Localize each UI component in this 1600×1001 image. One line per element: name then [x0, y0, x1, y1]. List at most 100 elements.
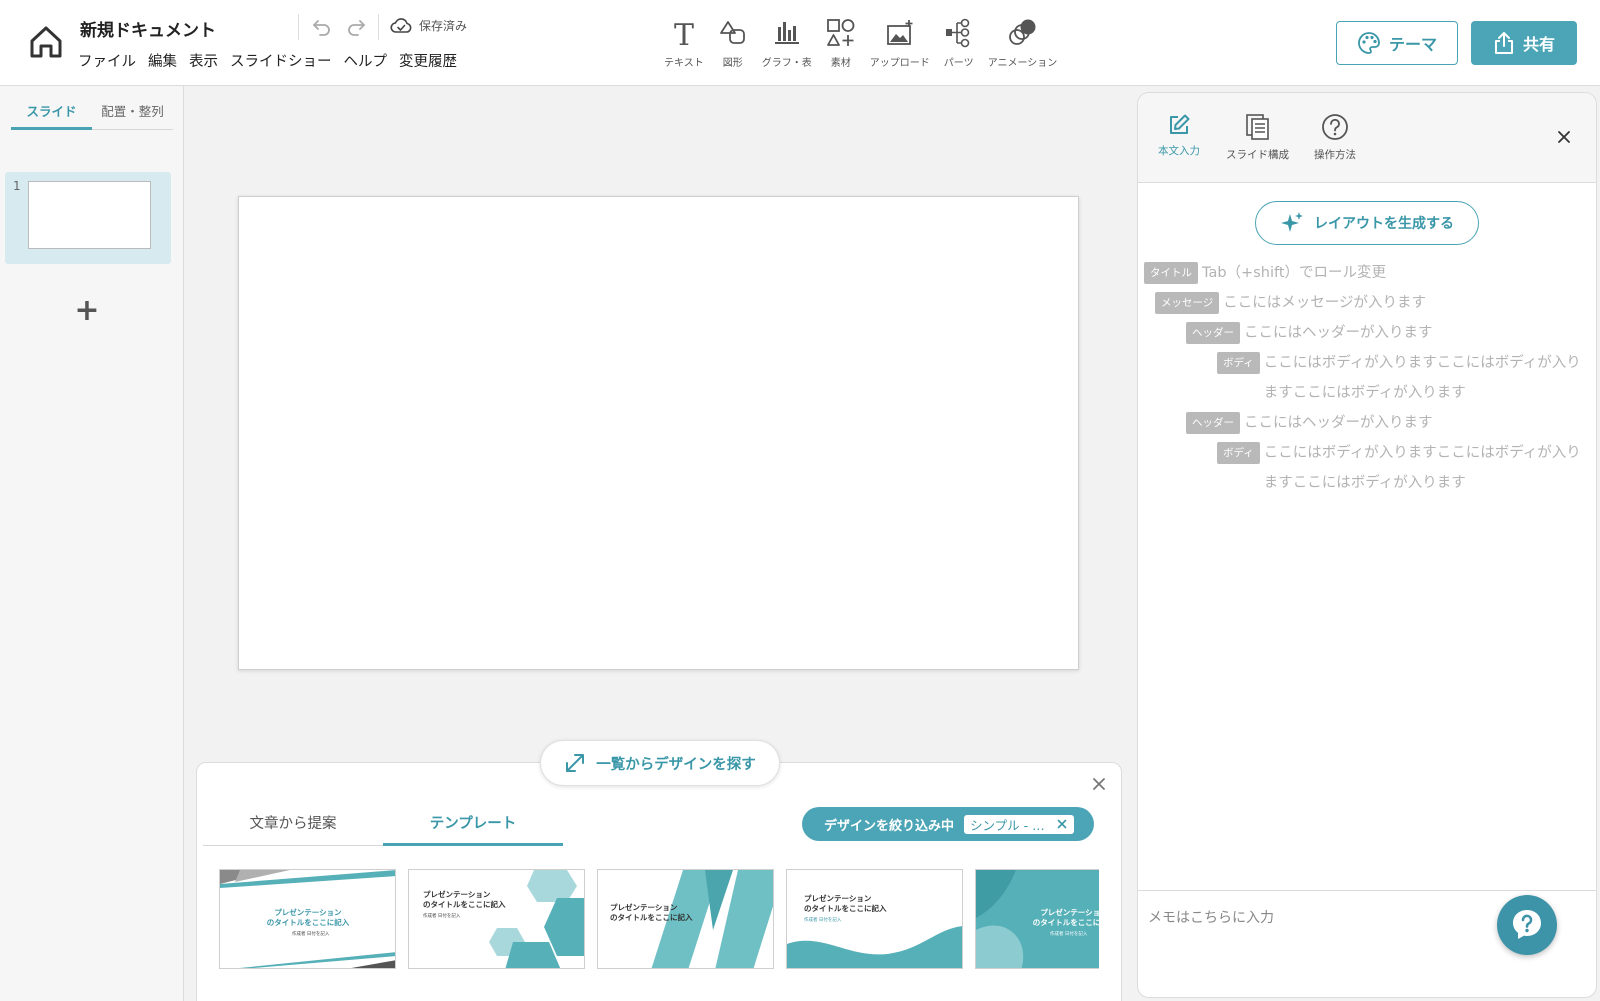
- undo-icon: [313, 20, 330, 36]
- template-title-line2: のタイトルをここに記入: [423, 900, 506, 909]
- outline-line[interactable]: メッセージ ここにはメッセージが入ります: [1155, 288, 1543, 318]
- tab-template[interactable]: テンプレート: [383, 800, 563, 846]
- slide-canvas[interactable]: [238, 196, 1079, 670]
- help-circle-icon: [1322, 114, 1348, 140]
- slide-number: 1: [13, 179, 21, 193]
- text-icon: T: [674, 18, 694, 48]
- expand-icon: [566, 754, 585, 772]
- design-filter-pill[interactable]: デザインを絞り込み中 シンプル - …: [802, 807, 1094, 841]
- tab-slide-structure-label: スライド構成: [1226, 149, 1289, 161]
- header-divider: [298, 14, 299, 40]
- template-title-line1: プレゼンテーション: [274, 908, 342, 917]
- outline-text: ここにはボディが入りますここにはボディが入りますここにはボディが入ります: [1263, 445, 1581, 491]
- tool-parts[interactable]: パーツ: [944, 16, 974, 69]
- template-title-line1: プレゼンテーション: [423, 890, 491, 899]
- menu-edit[interactable]: 編集: [148, 50, 177, 71]
- memo-input[interactable]: [1148, 903, 1468, 933]
- outline-line[interactable]: ヘッダー ここにはヘッダーが入ります: [1186, 318, 1564, 348]
- shape-icon: [719, 21, 745, 44]
- explore-designs-label: 一覧からデザインを探す: [596, 756, 756, 773]
- undo-button[interactable]: [311, 16, 333, 38]
- tab-suggest-from-text[interactable]: 文章から提案: [203, 800, 383, 846]
- outline-line[interactable]: ヘッダー ここにはヘッダーが入ります: [1186, 408, 1564, 438]
- template-title-line1: プレゼンテーション: [610, 903, 678, 912]
- home-button[interactable]: [26, 22, 66, 62]
- slide-thumbnail-preview: [28, 181, 151, 249]
- tool-chart-label: グラフ・表: [761, 58, 812, 69]
- add-slide-button[interactable]: +: [72, 296, 102, 326]
- template-art: [489, 870, 584, 968]
- outline-text: ここにはメッセージが入ります: [1223, 295, 1427, 311]
- insert-toolbar: T テキスト 図形 グラフ・表 素材 アップロード パーツ アニメーション: [664, 16, 1071, 69]
- tab-how-to[interactable]: 操作方法: [1314, 113, 1356, 162]
- template-card[interactable]: プレゼンテーション のタイトルをここに記入 作成者 日付を記入: [975, 869, 1099, 969]
- design-filter-label: デザインを絞り込み中: [824, 818, 955, 834]
- tab-arrange[interactable]: 配置・整列: [92, 100, 173, 130]
- template-card[interactable]: プレゼンテーション のタイトルをここに記入: [597, 869, 774, 969]
- text-input-panel-close-button[interactable]: [1556, 129, 1572, 145]
- tool-shape[interactable]: 図形: [718, 16, 748, 69]
- redo-icon: [348, 20, 365, 36]
- upload-image-icon: [886, 20, 913, 45]
- template-title-line2: のタイトルをここに記入: [1032, 918, 1099, 927]
- outline-text: Tab（+shift）でロール変更: [1202, 265, 1387, 281]
- parts-icon: [945, 18, 970, 48]
- material-icon: [826, 19, 855, 46]
- explore-designs-button[interactable]: 一覧からデザインを探す: [540, 740, 780, 786]
- design-filter-chip[interactable]: シンプル - …: [964, 815, 1074, 834]
- tab-body-input-label: 本文入力: [1158, 145, 1200, 157]
- tool-chart[interactable]: グラフ・表: [762, 16, 812, 69]
- tool-upload-label: アップロード: [869, 58, 930, 69]
- role-badge-message[interactable]: メッセージ: [1155, 292, 1220, 314]
- tool-text[interactable]: T テキスト: [664, 16, 704, 69]
- header-divider: [378, 14, 379, 40]
- outline-line[interactable]: ボディ ここにはボディが入りますここにはボディが入りますここにはボディが入ります: [1217, 438, 1584, 498]
- tab-body-input[interactable]: 本文入力: [1158, 113, 1200, 158]
- tool-animation[interactable]: アニメーション: [988, 16, 1057, 69]
- close-icon: [1093, 778, 1105, 790]
- menu-file[interactable]: ファイル: [78, 50, 136, 71]
- document-title[interactable]: 新規ドキュメント: [80, 16, 216, 41]
- outline-line[interactable]: タイトル Tab（+shift）でロール変更: [1144, 258, 1522, 288]
- palette-icon: [1358, 32, 1380, 54]
- close-icon[interactable]: [1056, 818, 1068, 830]
- menu-history[interactable]: 変更履歴: [399, 50, 457, 71]
- outline-text: ここにはヘッダーが入ります: [1244, 325, 1433, 341]
- share-label: 共有: [1522, 35, 1555, 54]
- role-badge-body[interactable]: ボディ: [1217, 352, 1260, 374]
- template-card[interactable]: プレゼンテーション のタイトルをここに記入 作成者 日付を記入: [219, 869, 396, 969]
- menu-help[interactable]: ヘルプ: [344, 50, 388, 71]
- outline-line[interactable]: ボディ ここにはボディが入りますここにはボディが入りますここにはボディが入ります: [1217, 348, 1584, 408]
- share-button[interactable]: 共有: [1471, 21, 1577, 65]
- role-badge-header[interactable]: ヘッダー: [1186, 322, 1240, 344]
- tool-text-label: テキスト: [664, 58, 704, 69]
- role-badge-header[interactable]: ヘッダー: [1186, 412, 1240, 434]
- design-panel-tabs: 文章から提案 テンプレート: [203, 800, 563, 846]
- slide-thumbnail[interactable]: 1: [5, 172, 171, 264]
- cloud-check-icon: [390, 17, 412, 33]
- save-status-text: 保存済み: [419, 19, 468, 33]
- close-icon: [1558, 131, 1570, 143]
- theme-label: テーマ: [1388, 35, 1437, 54]
- redo-button[interactable]: [345, 16, 367, 38]
- help-chat-button[interactable]: [1497, 895, 1557, 955]
- tool-material[interactable]: 素材: [826, 16, 856, 69]
- template-card[interactable]: プレゼンテーション のタイトルをここに記入 作成者 日付を記入: [786, 869, 963, 969]
- slides-panel: スライド 配置・整列 1 +: [0, 86, 184, 1001]
- template-title-line2: のタイトルをここに記入: [266, 918, 350, 927]
- role-badge-title[interactable]: タイトル: [1144, 262, 1198, 284]
- menu-slideshow[interactable]: スライドショー: [230, 50, 332, 71]
- tool-upload[interactable]: アップロード: [870, 16, 930, 69]
- template-card[interactable]: プレゼンテーション のタイトルをここに記入 作成者 日付を記入: [408, 869, 585, 969]
- menu-view[interactable]: 表示: [189, 50, 218, 71]
- theme-button[interactable]: テーマ: [1336, 21, 1458, 65]
- app-header: 新規ドキュメント 保存済み ファイル 編集 表示 スライドショー ヘルプ 変更履…: [0, 0, 1600, 86]
- chart-icon: [774, 22, 799, 44]
- tab-slides[interactable]: スライド: [11, 100, 92, 130]
- design-panel-close-button[interactable]: [1090, 775, 1108, 793]
- generate-layout-label: レイアウトを生成する: [1314, 216, 1454, 232]
- template-title-line1: プレゼンテーション: [1040, 908, 1099, 917]
- generate-layout-button[interactable]: レイアウトを生成する: [1255, 201, 1479, 245]
- tab-slide-structure[interactable]: スライド構成: [1226, 113, 1289, 162]
- role-badge-body[interactable]: ボディ: [1217, 442, 1260, 464]
